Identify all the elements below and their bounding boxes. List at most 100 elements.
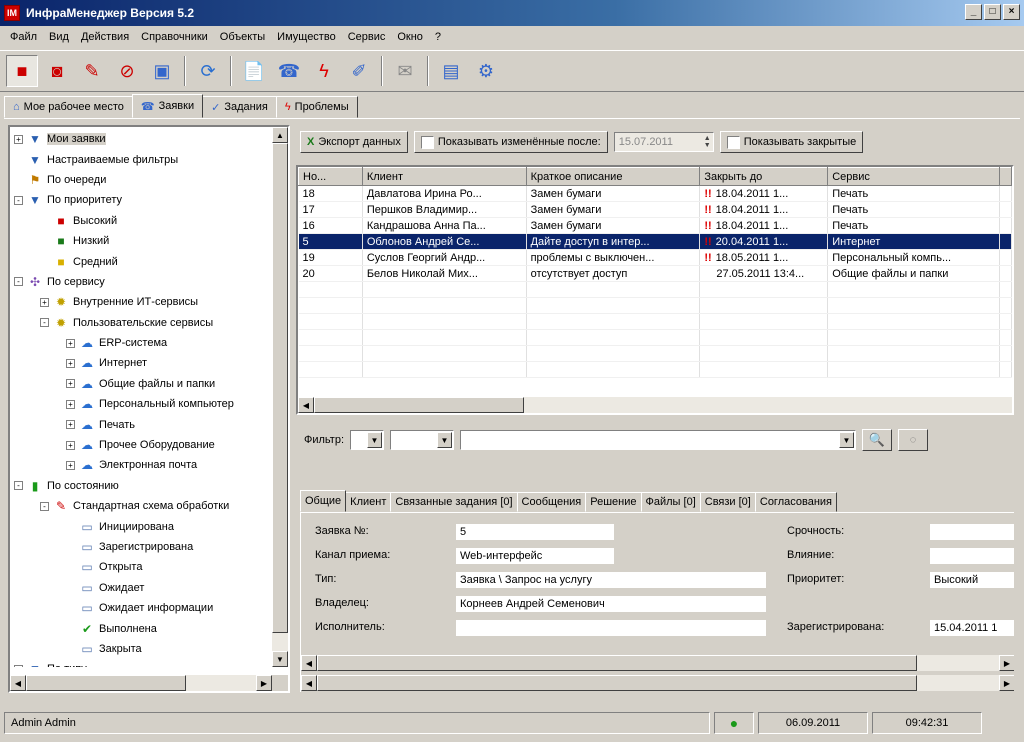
tree-item[interactable]: ▭ Инициирована xyxy=(14,516,272,536)
column-header-number[interactable]: Но... xyxy=(298,167,363,186)
field-value[interactable]: Web-интерфейс xyxy=(455,547,615,565)
menu-window[interactable]: Окно xyxy=(391,31,429,43)
detail-tab[interactable]: Сообщения xyxy=(516,492,587,512)
show-closed-checkbox[interactable]: Показывать закрытые xyxy=(719,131,864,153)
tab-tasks[interactable]: ✓ Задания xyxy=(202,96,277,118)
menu-service[interactable]: Сервис xyxy=(342,31,392,43)
expand-icon[interactable]: + xyxy=(14,134,23,144)
menu-assets[interactable]: Имущество xyxy=(271,31,342,43)
collapse-icon[interactable]: - xyxy=(14,277,23,287)
scroll-down-button[interactable]: ▼ xyxy=(272,651,288,667)
tree-item[interactable]: + ☁ ERP-система xyxy=(14,333,272,353)
scroll-left-button[interactable]: ◀ xyxy=(301,655,317,671)
expand-icon[interactable]: + xyxy=(66,460,75,470)
collapse-icon[interactable]: - xyxy=(40,318,49,328)
outer-horizontal-scrollbar[interactable]: ◀ ▶ xyxy=(301,675,1014,691)
menu-objects[interactable]: Объекты xyxy=(214,31,271,43)
new-request-button[interactable]: 📄 xyxy=(238,55,270,87)
detail-tab[interactable]: Связи [0] xyxy=(699,492,756,512)
tree-item[interactable]: ▭ Ожидает информации xyxy=(14,598,272,618)
show-changed-checkbox[interactable]: Показывать изменённые после: xyxy=(413,131,608,153)
tab-workspace[interactable]: ⌂ Мое рабочее место xyxy=(4,96,133,118)
tree-item[interactable]: ⚑ По очереди xyxy=(14,170,272,190)
phone-button[interactable]: ☎ xyxy=(273,55,305,87)
maximize-button[interactable]: □ xyxy=(984,4,1001,20)
apply-filter-button[interactable]: 🔍 xyxy=(862,429,893,451)
scroll-left-button[interactable]: ◀ xyxy=(298,397,314,413)
table-row[interactable]: 16 Кандрашова Анна Па... Замен бумаги!! 18.… xyxy=(298,217,1012,234)
scroll-thumb[interactable] xyxy=(314,397,524,413)
collapse-icon[interactable]: - xyxy=(14,481,23,491)
field-value[interactable] xyxy=(929,547,1014,565)
menu-actions[interactable]: Действия xyxy=(75,31,135,43)
scroll-thumb[interactable] xyxy=(272,143,288,633)
tree-item[interactable]: ▼ Настраиваемые фильтры xyxy=(14,149,272,169)
menu-file[interactable]: Файл xyxy=(4,31,43,43)
tab-requests[interactable]: ☎ Заявки xyxy=(131,94,204,118)
detail-tab[interactable]: Файлы [0] xyxy=(640,492,701,512)
scroll-left-button[interactable]: ◀ xyxy=(301,675,317,691)
detail-tab[interactable]: Согласования xyxy=(754,492,837,512)
column-header-due[interactable]: Закрыть до xyxy=(699,167,829,186)
menu-help[interactable]: ? xyxy=(429,31,447,43)
report-button[interactable]: ▤ xyxy=(435,55,467,87)
filter-operator-combo[interactable]: ▼ xyxy=(390,430,455,450)
filter-field-combo[interactable]: ▼ xyxy=(350,430,385,450)
table-row[interactable]: 17 Першков Владимир... Замен бумаги!! 18.04… xyxy=(298,201,1012,218)
column-header-client[interactable]: Клиент xyxy=(361,167,527,186)
collapse-icon[interactable]: - xyxy=(40,501,49,511)
detail-tab[interactable]: Общие xyxy=(300,490,347,512)
spin-icon[interactable]: ▲ ▼ xyxy=(704,135,711,149)
scroll-up-button[interactable]: ▲ xyxy=(272,127,288,143)
expand-icon[interactable]: + xyxy=(66,420,75,430)
expand-icon[interactable]: + xyxy=(66,440,75,450)
tree-item[interactable]: + ▼ Мои заявки xyxy=(14,129,272,149)
chevron-down-icon[interactable]: ▼ xyxy=(839,432,855,448)
clear-filter-button[interactable]: ◌ xyxy=(898,429,929,451)
toolbar-stop-button[interactable]: ⊘ xyxy=(111,55,143,87)
column-header-service[interactable]: Сервис xyxy=(827,167,1000,186)
table-row[interactable]: 18 Давлатова Ирина Ро... Замен бумаги!! 18.… xyxy=(298,185,1012,202)
settings-button[interactable]: ⚙ xyxy=(470,55,502,87)
field-value[interactable]: Корнеев Андрей Семенович xyxy=(455,595,767,613)
scroll-right-button[interactable]: ▶ xyxy=(999,655,1014,671)
detail-tab[interactable]: Решение xyxy=(585,492,642,512)
tree-item[interactable]: ▭ Зарегистрирована xyxy=(14,537,272,557)
scroll-right-button[interactable]: ▶ xyxy=(999,675,1014,691)
tree-vertical-scrollbar[interactable]: ▲ ▼ xyxy=(272,127,288,667)
tree-item[interactable]: - ▼ По приоритету xyxy=(14,190,272,210)
expand-icon[interactable]: + xyxy=(66,379,75,389)
scroll-thumb[interactable] xyxy=(26,675,186,691)
toolbar-tools-button[interactable]: ✎ xyxy=(76,55,108,87)
field-value[interactable]: Заявка \ Запрос на услугу xyxy=(455,571,767,589)
expand-icon[interactable]: + xyxy=(14,664,23,667)
menu-view[interactable]: Вид xyxy=(43,31,75,43)
tree-item[interactable]: - ▮ По состоянию xyxy=(14,476,272,496)
edit-button[interactable]: ✐ xyxy=(343,55,375,87)
tree-item[interactable]: + ☁ Общие файлы и папки xyxy=(14,374,272,394)
tree-item[interactable]: ▭ Закрыта xyxy=(14,639,272,659)
scroll-thumb[interactable] xyxy=(317,655,917,671)
expand-icon[interactable]: + xyxy=(66,358,75,368)
refresh-button[interactable]: ⟳ xyxy=(192,55,224,87)
tree-item[interactable]: ✔ Выполнена xyxy=(14,618,272,638)
field-value[interactable]: 5 xyxy=(455,523,615,541)
menu-references[interactable]: Справочники xyxy=(135,31,214,43)
checkbox-box[interactable] xyxy=(726,135,740,149)
toolbar-headset-button[interactable]: ◙ xyxy=(41,55,73,87)
table-row[interactable]: 5 Облонов Андрей Се... Дайте доступ в инте… xyxy=(298,233,1012,250)
tree-item[interactable]: - ✣ По сервису xyxy=(14,272,272,292)
field-value[interactable]: 15.04.2011 1 xyxy=(929,619,1014,637)
column-header-description[interactable]: Краткое описание xyxy=(525,167,701,186)
detail-tab[interactable]: Клиент xyxy=(345,492,392,512)
chevron-down-icon[interactable]: ▼ xyxy=(367,432,383,448)
collapse-icon[interactable]: - xyxy=(14,195,23,205)
toolbar-assets-button[interactable]: ■ xyxy=(6,55,38,87)
tree-item[interactable]: - ✹ Пользовательские сервисы xyxy=(14,313,272,333)
detail-tab[interactable]: Связанные задания [0] xyxy=(390,492,518,512)
tree-item[interactable]: + ✹ Внутренние ИТ-сервисы xyxy=(14,292,272,312)
grid-horizontal-scrollbar[interactable]: ◀ xyxy=(298,397,1012,413)
table-row[interactable]: 19 Суслов Георгий Андр... проблемы с выклю… xyxy=(298,249,1012,266)
toolbar-doc-button[interactable]: ▣ xyxy=(146,55,178,87)
export-data-button[interactable]: X Экспорт данных xyxy=(300,131,408,153)
